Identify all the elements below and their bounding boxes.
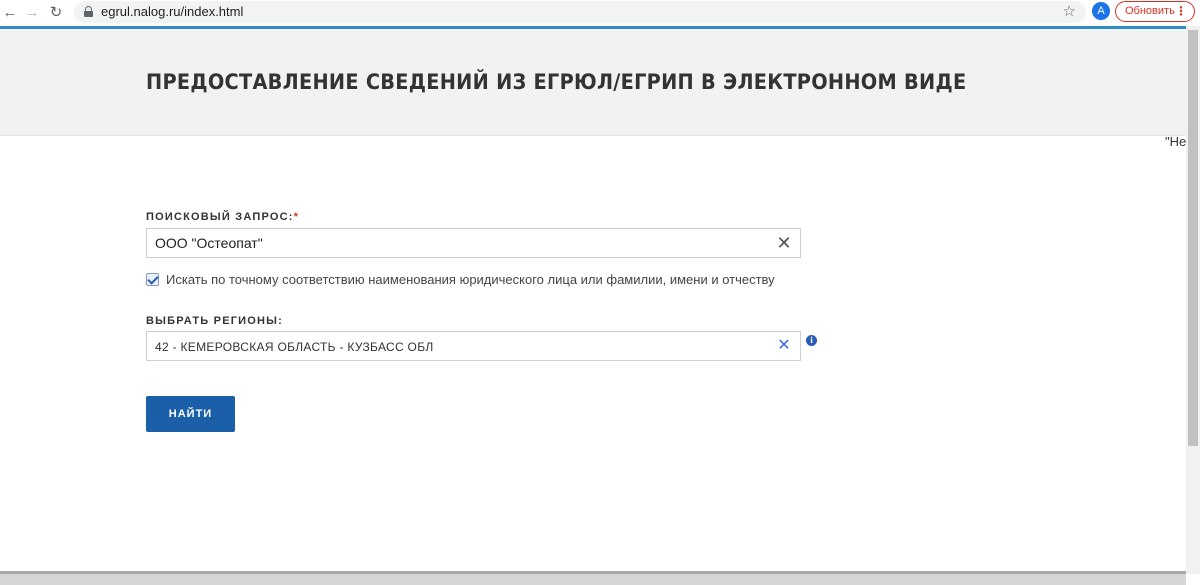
bookmark-star-icon[interactable]: ☆ <box>1063 2 1076 20</box>
horizontal-scrollbar[interactable] <box>0 571 1186 585</box>
url-text: egrul.nalog.ru/index.html <box>101 4 244 19</box>
update-button-label: Обновить <box>1125 5 1175 17</box>
address-bar[interactable]: egrul.nalog.ru/index.html ☆ <box>74 1 1086 23</box>
scrollbar-thumb[interactable] <box>1188 30 1198 130</box>
scrollbar-thumb-lower[interactable] <box>1188 130 1198 446</box>
search-button[interactable]: НАЙТИ <box>146 396 235 432</box>
browser-toolbar: ← → ↻ egrul.nalog.ru/index.html ☆ A Обно… <box>0 0 1200 26</box>
back-arrow-icon[interactable]: ← <box>0 3 20 23</box>
query-label-text: ПОИСКОВЫЙ ЗАПРОС: <box>146 211 294 223</box>
clear-query-icon[interactable]: ✕ <box>774 233 794 253</box>
forward-arrow-icon[interactable]: → <box>22 3 42 23</box>
page-header: ПРЕДОСТАВЛЕНИЕ СВЕДЕНИЙ ИЗ ЕГРЮЛ/ЕГРИП В… <box>0 29 1186 136</box>
region-select[interactable]: 42 - КЕМЕРОВСКАЯ ОБЛАСТЬ - КУЗБАСС ОБЛ ✕ <box>146 331 801 361</box>
lock-icon <box>84 6 93 17</box>
required-mark: * <box>293 211 300 223</box>
exact-match-label[interactable]: Искать по точному соответствию наименова… <box>166 272 775 287</box>
menu-dots-icon: ⋮ <box>1175 4 1187 18</box>
exact-match-checkbox[interactable] <box>146 273 159 286</box>
info-icon[interactable]: i <box>806 335 817 346</box>
query-label: ПОИСКОВЫЙ ЗАПРОС:* <box>146 211 299 223</box>
profile-avatar[interactable]: A <box>1092 2 1110 20</box>
clear-region-icon[interactable]: ✕ <box>774 336 794 356</box>
page-title: ПРЕДОСТАВЛЕНИЕ СВЕДЕНИЙ ИЗ ЕГРЮЛ/ЕГРИП В… <box>146 70 967 94</box>
region-select-value: 42 - КЕМЕРОВСКАЯ ОБЛАСТЬ - КУЗБАСС ОБЛ <box>155 340 434 354</box>
update-button[interactable]: Обновить ⋮ <box>1115 1 1195 22</box>
search-input[interactable]: ООО "Остеопат" ✕ <box>146 228 801 258</box>
reload-icon[interactable]: ↻ <box>46 3 66 23</box>
region-label: ВЫБРАТЬ РЕГИОНЫ: <box>146 315 284 327</box>
search-input-value: ООО "Остеопат" <box>155 235 263 251</box>
